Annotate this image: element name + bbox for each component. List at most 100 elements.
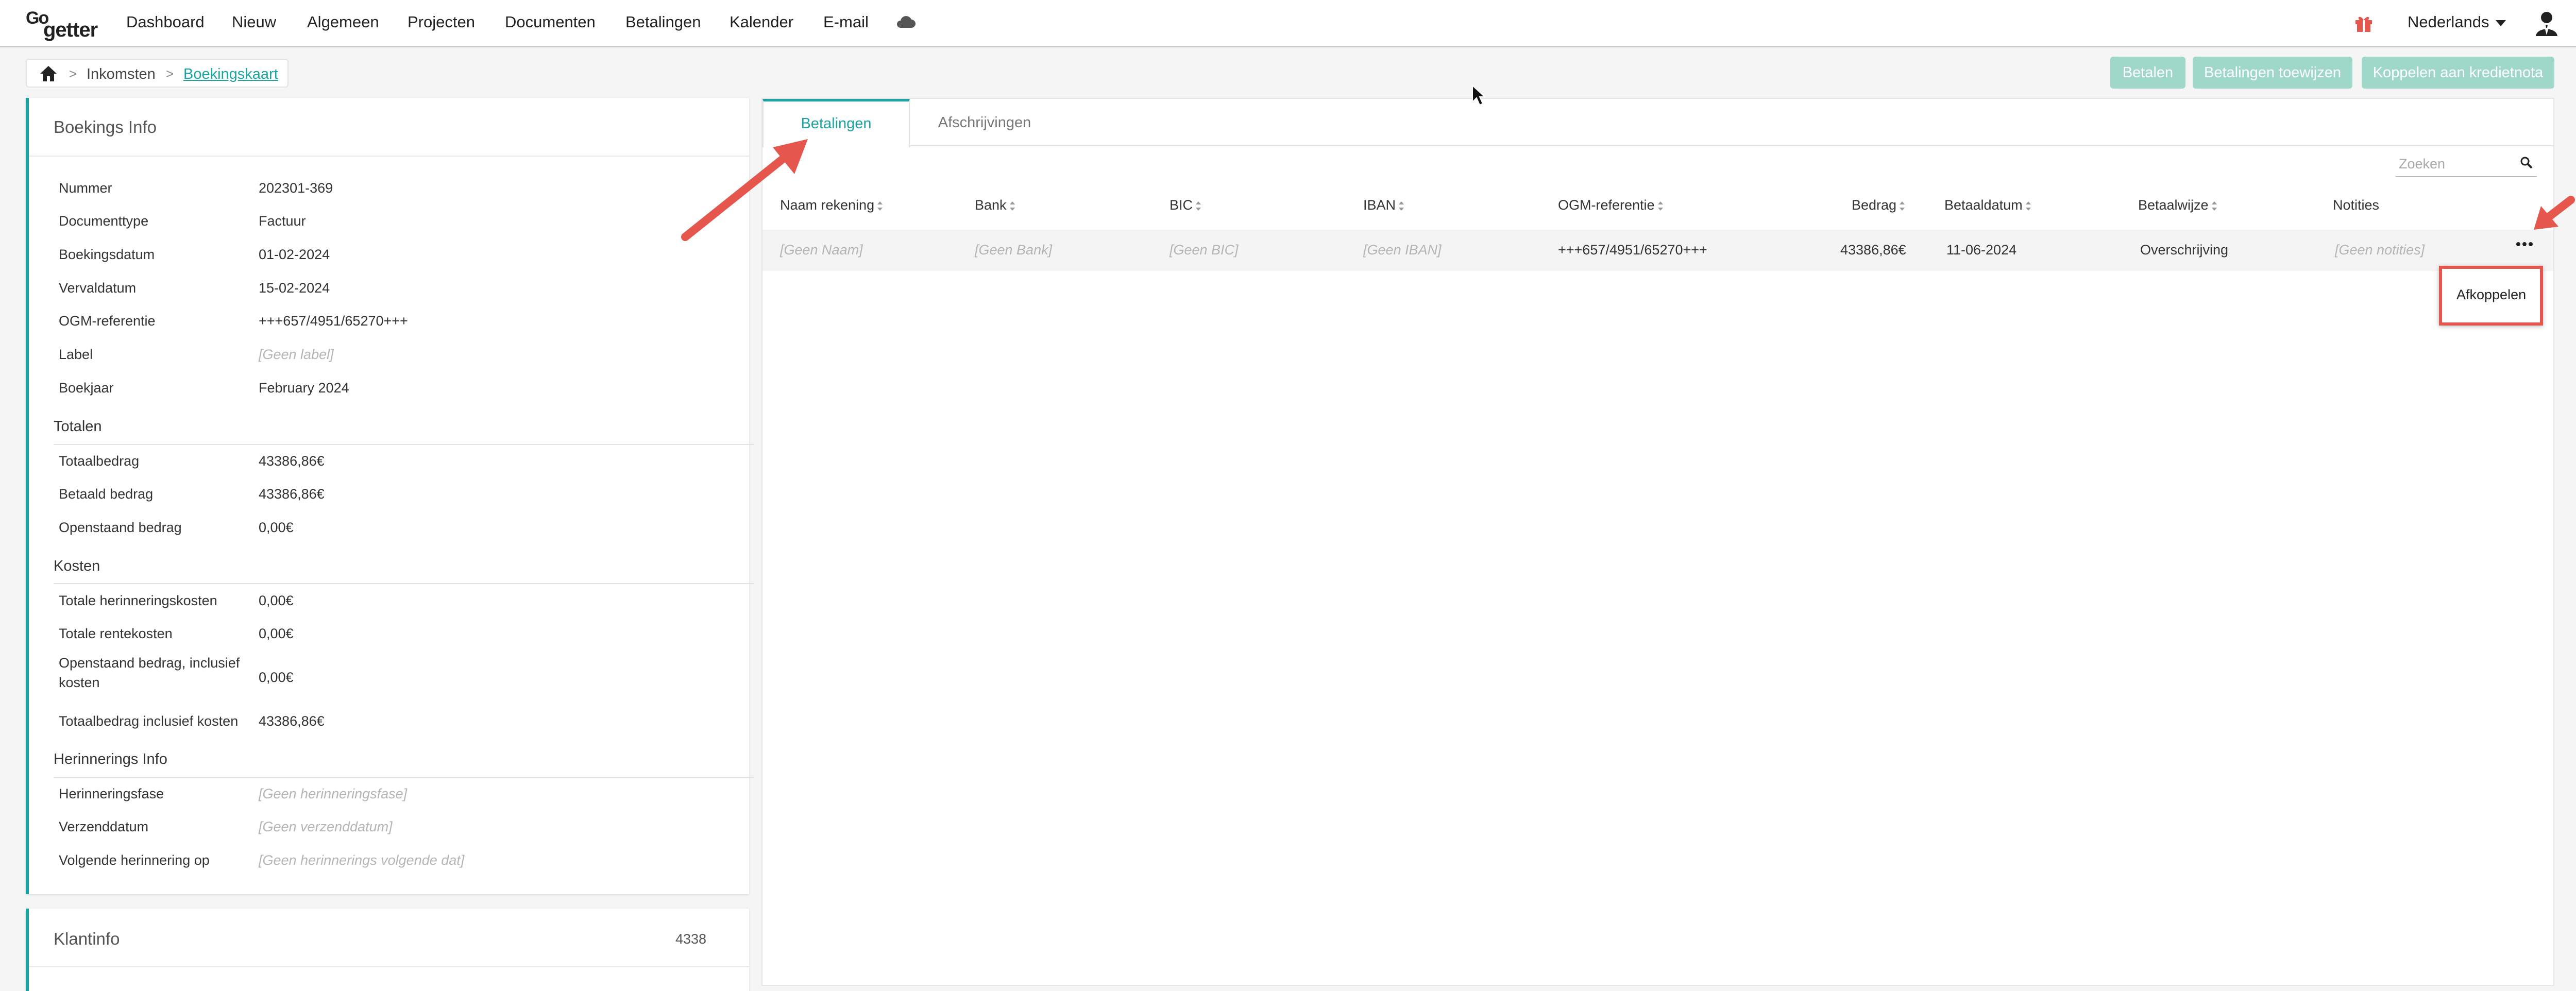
section-title-kosten: Kosten: [54, 558, 100, 574]
column-header-betaalwijze[interactable]: Betaalwijze: [2138, 197, 2217, 213]
booking-info-card: Boekings Info Nummer 202301-369 Document…: [26, 98, 754, 894]
nav-email[interactable]: E-mail: [823, 13, 869, 31]
pay-button[interactable]: Betalen: [2110, 57, 2185, 89]
column-header-notities: Notities: [2333, 197, 2380, 213]
field-label: Label: [59, 347, 93, 362]
home-icon[interactable]: [39, 65, 58, 82]
search-icon[interactable]: [2519, 156, 2534, 170]
breadcrumb-boekingskaart[interactable]: Boekingskaart: [183, 66, 278, 83]
divider: [54, 444, 754, 445]
field-label: Totaalbedrag inclusief kosten: [59, 713, 239, 729]
column-header-label: Naam rekening: [780, 197, 875, 213]
field-label: Openstaand bedrag, inclusief kosten: [59, 655, 240, 690]
column-header-bedrag[interactable]: Bedrag: [1852, 197, 1905, 213]
field-value: +++657/4951/65270+++: [259, 313, 408, 329]
column-header-label: OGM-referentie: [1558, 197, 1655, 213]
column-header-bic[interactable]: BIC: [1170, 197, 1201, 213]
field-label: Openstaand bedrag: [59, 520, 182, 535]
chevron-right-icon: >: [69, 66, 77, 81]
section-title-herinnerings: Herinnerings Info: [54, 751, 167, 767]
column-header-label: Betaaldatum: [1944, 197, 2023, 213]
field-label: Documenttype: [59, 213, 149, 229]
column-header-betaaldatum[interactable]: Betaaldatum: [1944, 197, 2031, 213]
sort-icon: [1009, 201, 1015, 211]
menu-item-afkoppelen[interactable]: Afkoppelen: [2456, 287, 2526, 303]
sort-icon: [2025, 201, 2031, 211]
nav-documenten[interactable]: Documenten: [505, 13, 596, 31]
gogetter-logo[interactable]: Go getter: [26, 8, 98, 41]
divider: [54, 583, 754, 584]
field-value: 202301-369: [259, 180, 333, 196]
assign-payments-button[interactable]: Betalingen toewijzen: [2193, 57, 2352, 89]
cell-iban: [Geen IBAN]: [1363, 242, 1442, 258]
tab-afschrijvingen[interactable]: Afschrijvingen: [910, 99, 1059, 146]
search-input[interactable]: [2398, 153, 2513, 174]
row-action-menu: Afkoppelen: [2439, 266, 2543, 326]
column-header-label: BIC: [1170, 197, 1193, 213]
field-value: Factuur: [259, 213, 306, 229]
cell-notities: [Geen notities]: [2335, 242, 2425, 258]
divider: [54, 777, 754, 778]
field-value: [Geen herinnerings volgende dat]: [259, 852, 465, 868]
field-label: Totale rentekosten: [59, 626, 173, 641]
nav-nieuw[interactable]: Nieuw: [232, 13, 276, 31]
language-selector[interactable]: Nederlands: [2408, 13, 2506, 31]
sort-icon: [1900, 201, 1905, 211]
sort-icon: [1657, 201, 1663, 211]
user-icon[interactable]: [2535, 10, 2558, 37]
nav-betalingen[interactable]: Betalingen: [625, 13, 701, 31]
column-header-label: Bank: [975, 197, 1007, 213]
field-label: Totaalbedrag: [59, 453, 140, 469]
field-value: 0,00€: [259, 626, 294, 641]
sort-icon: [1196, 201, 1201, 211]
cell-bic: [Geen BIC]: [1170, 242, 1239, 258]
chevron-right-icon: >: [166, 66, 174, 81]
breadcrumb: > Inkomsten > Boekingskaart: [26, 59, 289, 88]
column-header-ogm[interactable]: OGM-referentie: [1558, 197, 1663, 213]
cell-bank: [Geen Bank]: [975, 242, 1053, 258]
booking-info-title: Boekings Info: [54, 117, 157, 136]
section-title-totalen: Totalen: [54, 418, 102, 435]
client-info-card[interactable]: Klantinfo 4338: [26, 909, 749, 991]
nav-dashboard[interactable]: Dashboard: [126, 13, 205, 31]
tab-betalingen[interactable]: Betalingen: [762, 99, 910, 147]
gift-icon[interactable]: [2354, 13, 2374, 33]
cell-bedrag: 43386,86€: [1840, 242, 1906, 258]
language-label: Nederlands: [2408, 13, 2489, 31]
field-value: [Geen herinneringsfase]: [259, 786, 408, 801]
more-options-icon[interactable]: [2513, 234, 2536, 254]
field-value: 43386,86€: [259, 486, 325, 502]
field-label: Verzenddatum: [59, 819, 149, 834]
sort-icon: [1399, 201, 1404, 211]
field-value: 43386,86€: [259, 713, 325, 729]
nav-kalender[interactable]: Kalender: [730, 13, 793, 31]
field-label: Totale herinneringskosten: [59, 593, 217, 608]
cell-betaalwijze: Overschrijving: [2140, 242, 2229, 258]
divider: [29, 966, 749, 967]
field-label: OGM-referentie: [59, 313, 156, 329]
column-header-bank[interactable]: Bank: [975, 197, 1015, 213]
column-header-label: IBAN: [1363, 197, 1396, 213]
nav-algemeen[interactable]: Algemeen: [307, 13, 379, 31]
nav-projecten[interactable]: Projecten: [408, 13, 475, 31]
field-label: Vervaldatum: [59, 280, 137, 296]
field-value: 43386,86€: [259, 453, 325, 469]
field-value: February 2024: [259, 380, 349, 396]
breadcrumb-inkomsten[interactable]: Inkomsten: [87, 66, 156, 83]
cell-naam: [Geen Naam]: [780, 242, 863, 258]
column-header-naam[interactable]: Naam rekening: [780, 197, 883, 213]
chevron-down-icon: [2495, 20, 2506, 26]
search-field[interactable]: [2396, 150, 2537, 177]
cloud-icon[interactable]: [895, 14, 916, 29]
client-number: 4338: [675, 931, 707, 947]
field-value: 15-02-2024: [259, 280, 330, 296]
field-value: 0,00€: [259, 520, 294, 535]
link-credit-note-button[interactable]: Koppelen aan kredietnota: [2362, 57, 2554, 89]
cell-betaaldatum: 11-06-2024: [1946, 242, 2017, 258]
top-navigation: Go getter Dashboard Nieuw Algemeen Proje…: [0, 0, 2576, 47]
logo-getter: getter: [43, 19, 98, 41]
column-header-iban[interactable]: IBAN: [1363, 197, 1404, 213]
sort-icon: [877, 201, 883, 211]
field-label: Volgende herinnering op: [59, 852, 210, 868]
column-header-label: Bedrag: [1852, 197, 1897, 213]
